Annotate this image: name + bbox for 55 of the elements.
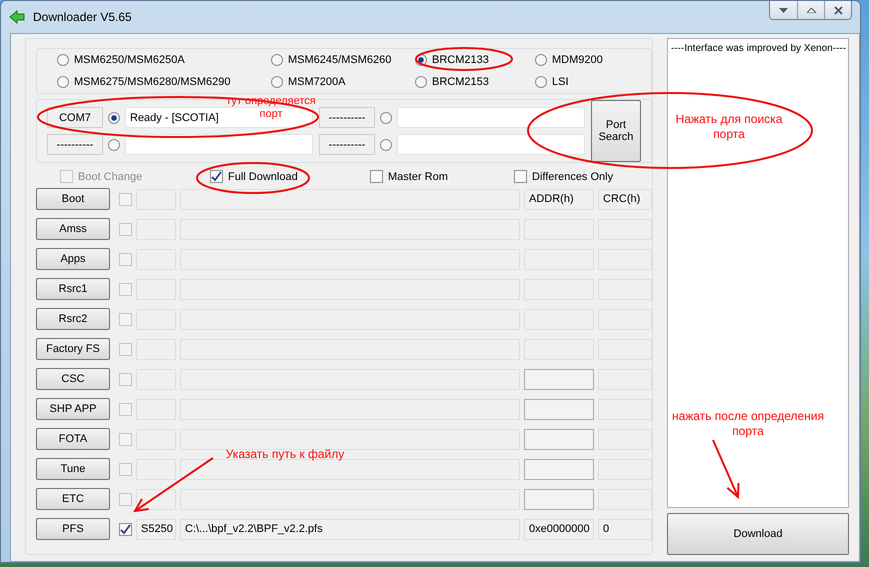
- file-path-field: C:\...\bpf_v2.2\BPF_v2.2.pfs: [180, 518, 520, 540]
- chipset-radio[interactable]: MDM9200: [535, 54, 651, 66]
- crc-field: 0: [598, 518, 652, 540]
- chipset-radio[interactable]: MSM6250/MSM6250A: [57, 54, 271, 66]
- chipset-radio[interactable]: MSM6275/MSM6280/MSM6290: [57, 76, 271, 88]
- port-radio[interactable]: [380, 112, 392, 124]
- port-label: ----------: [319, 107, 375, 128]
- download-button[interactable]: Download: [667, 513, 849, 555]
- maximize-button[interactable]: [797, 1, 824, 19]
- close-icon: [834, 6, 842, 14]
- file-button[interactable]: FOTA: [36, 428, 110, 450]
- port-label: ----------: [319, 134, 375, 155]
- back-arrow-icon: [9, 10, 25, 24]
- checkmark-icon: [211, 171, 222, 182]
- checkmark-icon: [120, 524, 131, 534]
- chipset-radio[interactable]: LSI: [535, 76, 651, 88]
- port-radio[interactable]: [108, 112, 120, 124]
- file-button[interactable]: CSC: [36, 368, 110, 390]
- file-button[interactable]: SHP APP: [36, 398, 110, 420]
- crc-field: CRC(h): [598, 188, 652, 210]
- option-checkbox[interactable]: Master Rom: [370, 170, 514, 183]
- file-button[interactable]: Rsrc2: [36, 308, 110, 330]
- port-label: ----------: [47, 134, 103, 155]
- model-field: S5250: [136, 518, 176, 540]
- annotation-note: Указать путь к файлу: [224, 447, 346, 462]
- chipset-radio[interactable]: BRCM2153: [415, 76, 535, 88]
- close-button[interactable]: [824, 1, 851, 19]
- row-checkbox[interactable]: [119, 522, 132, 536]
- option-checkbox[interactable]: Differences Only: [514, 170, 652, 183]
- file-button[interactable]: Boot: [36, 188, 110, 210]
- file-button[interactable]: PFS: [36, 518, 110, 540]
- file-button[interactable]: ETC: [36, 488, 110, 510]
- window-title: Downloader V5.65: [33, 10, 133, 24]
- model-field: [136, 458, 176, 480]
- port-radio[interactable]: [380, 138, 392, 150]
- file-button[interactable]: Rsrc1: [36, 278, 110, 300]
- file-button[interactable]: Apps: [36, 248, 110, 270]
- file-button[interactable]: Tune: [36, 458, 110, 480]
- file-button[interactable]: Factory FS: [36, 338, 110, 360]
- file-button[interactable]: Amss: [36, 218, 110, 240]
- address-field: ADDR(h): [524, 188, 594, 210]
- port-search-button[interactable]: Port Search: [591, 100, 641, 162]
- minimize-button[interactable]: [770, 1, 797, 19]
- annotation-note: Нажать для поиска порта: [674, 112, 784, 142]
- port-radio[interactable]: [108, 138, 120, 150]
- down-triangle-icon: [779, 8, 788, 12]
- annotation-arrow: [712, 440, 740, 500]
- up-triangle-icon: [806, 8, 816, 12]
- port-label: COM7: [47, 107, 103, 128]
- chipset-radio[interactable]: MSM6245/MSM6260: [271, 54, 415, 66]
- annotation-note: нажать после определения порта: [670, 409, 826, 439]
- option-checkbox[interactable]: Full Download: [210, 170, 370, 183]
- chipset-radio[interactable]: MSM7200A: [271, 76, 415, 88]
- address-field: 0xe0000000: [524, 518, 594, 540]
- chipset-radio[interactable]: BRCM2133: [415, 54, 535, 66]
